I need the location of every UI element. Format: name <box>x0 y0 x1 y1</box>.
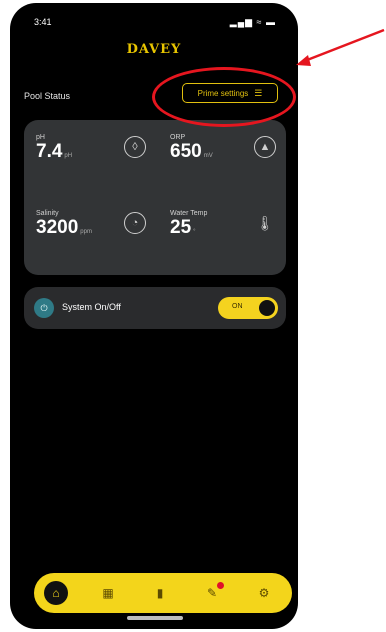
annotation-arrow <box>296 28 385 66</box>
